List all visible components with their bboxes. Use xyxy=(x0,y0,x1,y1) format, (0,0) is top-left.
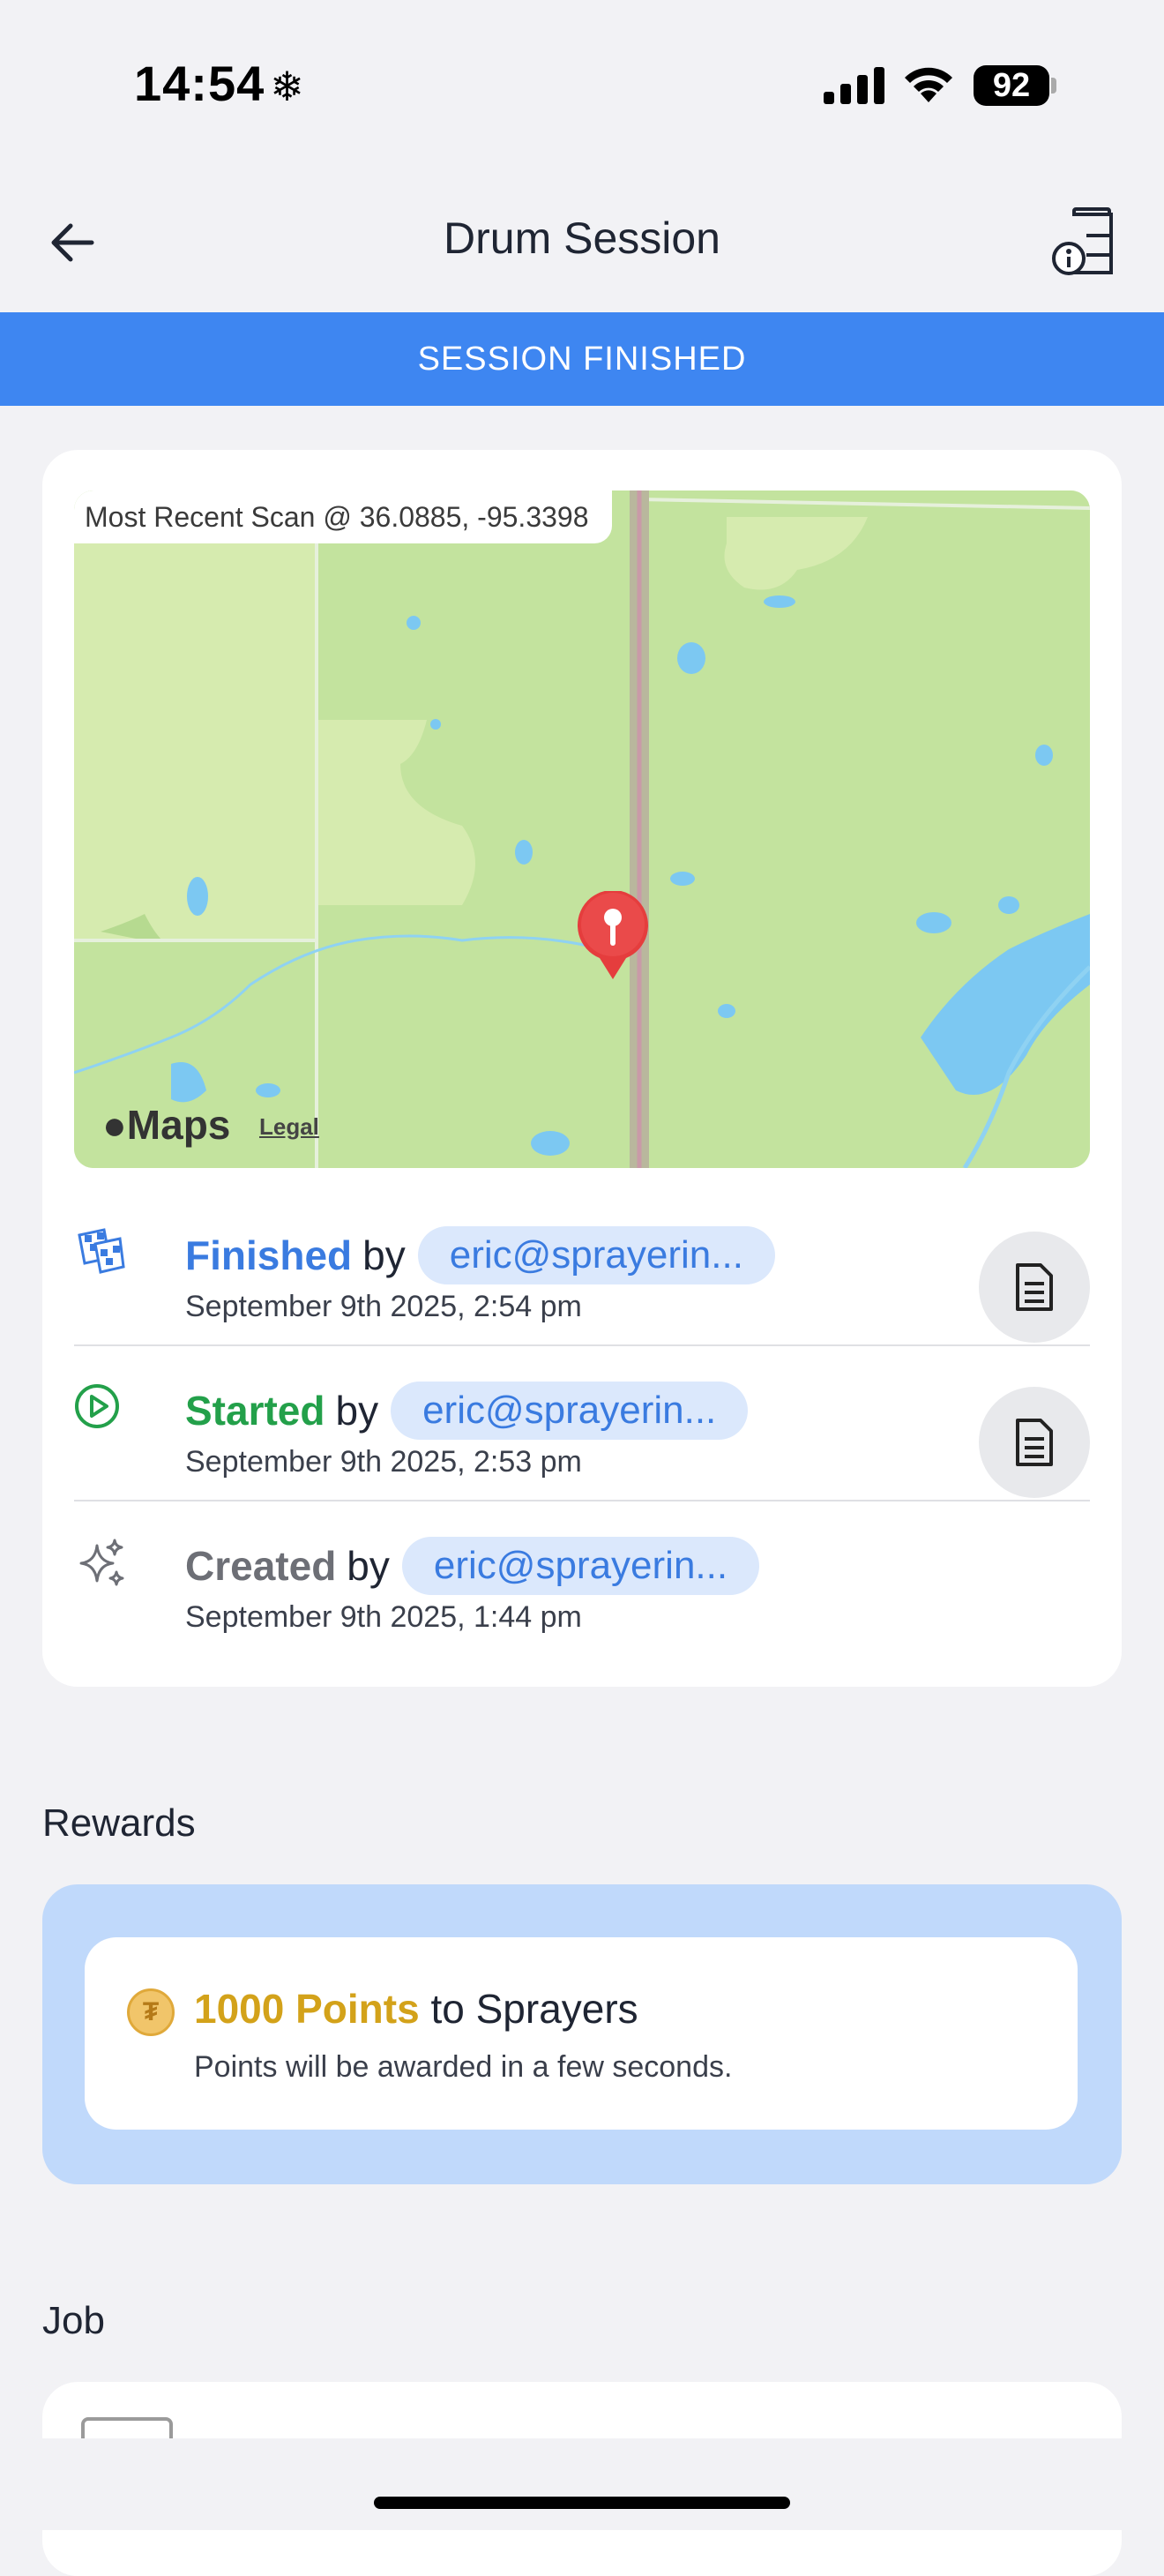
session-card: Most Recent Scan @ 36.0885, -95.3398 ●Ma… xyxy=(42,450,1122,1687)
map-terrain xyxy=(74,490,1090,1168)
event-summary: Created by eric@sprayerin... xyxy=(185,1537,760,1595)
user-chip[interactable]: eric@sprayerin... xyxy=(417,1226,775,1284)
user-chip[interactable]: eric@sprayerin... xyxy=(391,1382,749,1440)
status-created: Created xyxy=(185,1543,337,1589)
document-button[interactable] xyxy=(979,1232,1090,1343)
sparkles-icon xyxy=(79,1539,124,1586)
home-indicator[interactable] xyxy=(374,2497,790,2509)
rewards-section-title: Rewards xyxy=(42,1801,196,1845)
reward-card: ₮ 1000 Points to Sprayers Points will be… xyxy=(85,1937,1078,2130)
user-chip[interactable]: eric@sprayerin... xyxy=(401,1537,760,1595)
event-summary: Started by eric@sprayerin... xyxy=(185,1382,749,1440)
job-section-title: Job xyxy=(42,2299,105,2342)
document-icon xyxy=(1016,1263,1053,1311)
event-date: September 9th 2025, 2:53 pm xyxy=(185,1445,582,1479)
document-button[interactable] xyxy=(979,1387,1090,1498)
by-label: by xyxy=(362,1232,406,1278)
divider xyxy=(74,1344,1090,1346)
event-row-started: Started by eric@sprayerin... September 9… xyxy=(74,1364,1090,1519)
reward-summary: 1000 Points to Sprayers xyxy=(194,1985,638,2033)
event-row-created: Created by eric@sprayerin... September 9… xyxy=(74,1519,1090,1674)
event-date: September 9th 2025, 2:54 pm xyxy=(185,1290,582,1323)
maps-legal-link[interactable]: Legal xyxy=(259,1113,319,1141)
map-view[interactable]: Most Recent Scan @ 36.0885, -95.3398 ●Ma… xyxy=(74,490,1090,1168)
bottom-safe-area xyxy=(0,2438,1164,2530)
battery-tip xyxy=(1051,78,1056,94)
reward-note: Points will be awarded in a few seconds. xyxy=(194,2050,733,2084)
status-finished: Finished xyxy=(185,1232,353,1278)
points-coin-icon: ₮ xyxy=(127,1988,175,2036)
apple-maps-logo: ●Maps xyxy=(102,1102,231,1148)
map-pin-icon[interactable] xyxy=(575,891,651,983)
battery-icon: 92 xyxy=(974,65,1049,106)
checkered-flag-icon xyxy=(78,1228,125,1274)
wifi-icon xyxy=(905,67,952,102)
status-time: 14:54 ❄ xyxy=(134,56,305,111)
page-title: Drum Session xyxy=(444,213,720,263)
reward-recipient: to Sprayers xyxy=(430,1986,638,2032)
drum-info-icon[interactable] xyxy=(1049,204,1120,283)
event-date: September 9th 2025, 1:44 pm xyxy=(185,1600,582,1634)
event-summary: Finished by eric@sprayerin... xyxy=(185,1226,775,1284)
event-row-finished: Finished by eric@sprayerin... September … xyxy=(74,1209,1090,1364)
most-recent-scan-label: Most Recent Scan @ 36.0885, -95.3398 xyxy=(74,490,612,543)
by-label: by xyxy=(335,1388,379,1434)
status-bar: 14:54 ❄ 92 xyxy=(0,0,1164,168)
by-label: by xyxy=(347,1543,390,1589)
points-amount: 1000 Points xyxy=(194,1986,420,2032)
cellular-signal-icon xyxy=(824,67,884,104)
navigation-bar: Drum Session xyxy=(0,190,1164,313)
divider xyxy=(74,1500,1090,1501)
session-status-banner: SESSION FINISHED xyxy=(0,312,1164,406)
status-started: Started xyxy=(185,1388,325,1434)
play-circle-icon xyxy=(75,1384,119,1428)
rewards-panel: ₮ 1000 Points to Sprayers Points will be… xyxy=(42,1884,1122,2184)
snowflake-icon: ❄ xyxy=(270,64,305,109)
document-icon xyxy=(1016,1419,1053,1466)
